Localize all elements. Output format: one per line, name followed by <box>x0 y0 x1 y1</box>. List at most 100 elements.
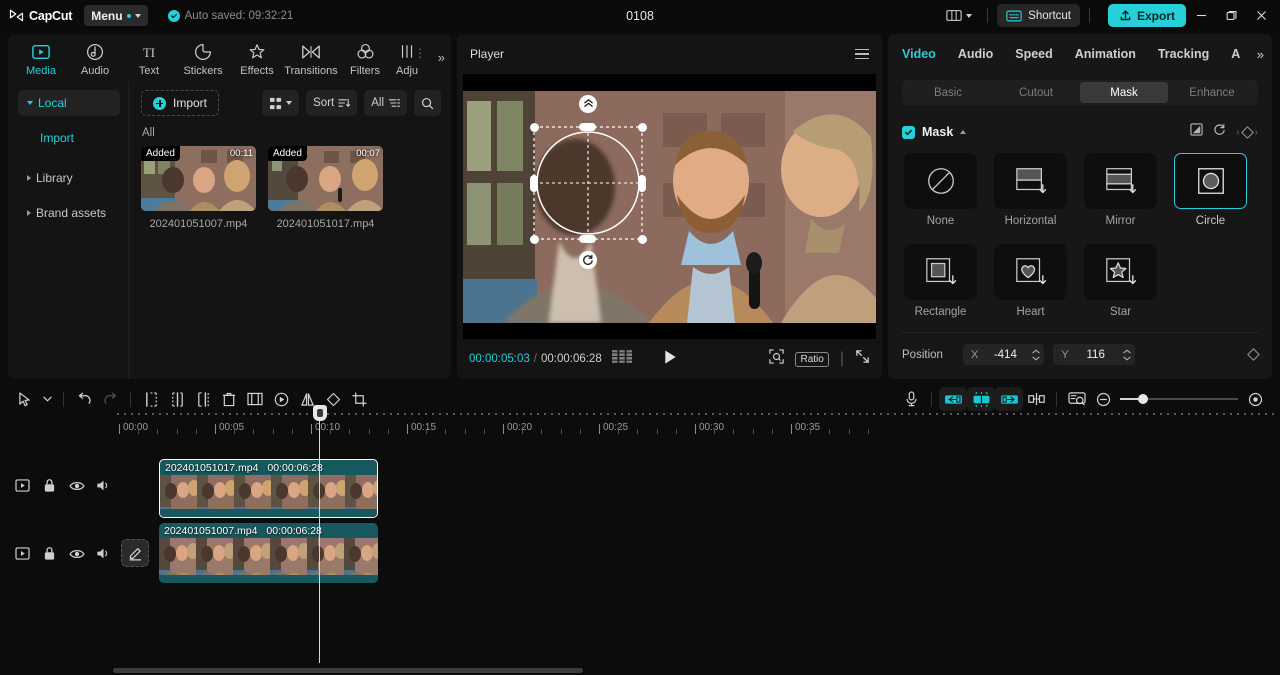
timeline-clip-2[interactable]: 202401051007.mp4 00:00:06:28 <box>159 523 378 583</box>
timeline-scrollbar[interactable] <box>113 668 1273 673</box>
tab-text[interactable]: TI Text <box>122 38 176 78</box>
sidebar-item-library[interactable]: Library <box>18 165 120 191</box>
search-button[interactable] <box>414 90 441 116</box>
tab-tracking[interactable]: Tracking <box>1158 47 1209 61</box>
undo-button[interactable] <box>71 386 97 412</box>
mask-option-star[interactable]: Star <box>1084 244 1157 318</box>
reset-button[interactable] <box>1213 123 1226 141</box>
volume-icon[interactable] <box>95 545 112 562</box>
mask-handle-bottom[interactable] <box>579 234 596 243</box>
media-item[interactable]: Added 00:07 202401051017.mp4 <box>268 146 383 230</box>
close-button[interactable] <box>1246 1 1276 31</box>
sort-button[interactable]: Sort <box>306 90 358 116</box>
playhead-handle[interactable] <box>312 405 327 421</box>
track-type-icon[interactable] <box>14 545 31 562</box>
sidebar-item-local[interactable]: Local <box>18 90 120 116</box>
mask-option-horizontal[interactable]: Horizontal <box>994 153 1067 227</box>
media-item[interactable]: Added 00:11 202401051007.mp4 <box>141 146 256 230</box>
mask-option-rectangle[interactable]: Rectangle <box>904 244 977 318</box>
freeze-button[interactable] <box>242 386 268 412</box>
crop-button[interactable] <box>346 386 372 412</box>
video-preview[interactable] <box>463 90 876 323</box>
position-x-stepper[interactable] <box>1032 348 1040 361</box>
timeline-playhead[interactable] <box>312 405 327 663</box>
mask-handle-top-right[interactable] <box>638 122 647 132</box>
timeline-zoom-slider[interactable] <box>1120 394 1238 404</box>
chevron-up-icon[interactable] <box>960 130 967 134</box>
mask-option-none[interactable]: None <box>904 153 977 227</box>
chevron-left-icon[interactable]: ‹ <box>1236 127 1239 138</box>
timeline-ruler[interactable]: 00:00 00:05 00:10 00:15 00:20 00:25 00:30 00:35 <box>113 415 1280 437</box>
mask-handle-top[interactable] <box>579 122 596 131</box>
volume-icon[interactable] <box>95 477 112 494</box>
filter-button[interactable]: All <box>364 90 407 116</box>
chevron-right-icon[interactable]: › <box>1255 127 1258 138</box>
mask-enable-checkbox[interactable] <box>902 125 915 139</box>
media-thumbnail[interactable]: Added 00:07 <box>268 146 383 211</box>
edit-pencil-button[interactable] <box>121 539 149 567</box>
timeline-zoom-in[interactable] <box>1242 386 1268 412</box>
mask-handle-bottom-right[interactable] <box>638 234 647 244</box>
sidebar-item-brand-assets[interactable]: Brand assets <box>18 200 120 226</box>
clip-middle-button[interactable] <box>967 387 995 411</box>
timeline-zoom-out[interactable] <box>1090 386 1116 412</box>
more-tabs-button[interactable]: » <box>438 50 445 65</box>
segment-mask[interactable]: Mask <box>1080 82 1168 103</box>
segment-basic[interactable]: Basic <box>904 82 992 103</box>
mask-option-circle[interactable]: Circle <box>1174 153 1247 227</box>
clip-end-button[interactable] <box>995 387 1023 411</box>
invert-mask-button[interactable] <box>1190 123 1203 141</box>
segment-enhance[interactable]: Enhance <box>1168 82 1256 103</box>
position-y-field[interactable]: Y 116 <box>1053 344 1135 365</box>
select-tool[interactable] <box>12 386 38 412</box>
more-tabs-button[interactable]: » <box>1257 47 1264 62</box>
menu-button[interactable]: Menu <box>84 5 148 26</box>
feather-handle-icon[interactable] <box>579 94 597 113</box>
select-tool-dropdown[interactable] <box>38 386 56 412</box>
ratio-button[interactable]: Ratio <box>795 351 829 367</box>
grid-view-button[interactable] <box>262 90 300 116</box>
play-button[interactable] <box>662 349 677 370</box>
position-x-field[interactable]: X -414 <box>963 344 1045 365</box>
fullscreen-button[interactable] <box>855 349 870 369</box>
minimize-button[interactable] <box>1186 1 1216 31</box>
frames-icon[interactable] <box>611 350 632 368</box>
mask-handle-bottom-left[interactable] <box>530 234 539 244</box>
layout-button[interactable] <box>940 5 978 26</box>
keyframe-diamond-icon[interactable] <box>1240 125 1254 139</box>
record-voiceover-button[interactable] <box>898 386 924 412</box>
tab-adjust[interactable]: A <box>1231 47 1240 61</box>
mask-option-mirror[interactable]: Mirror <box>1084 153 1157 227</box>
segment-cutout[interactable]: Cutout <box>992 82 1080 103</box>
import-button[interactable]: Import <box>141 90 220 116</box>
timeline-clip-1[interactable]: 202401051017.mp4 00:00:06:28 <box>159 459 378 518</box>
media-thumbnail[interactable]: Added 00:11 <box>141 146 256 211</box>
rotate-handle-icon[interactable] <box>579 250 597 269</box>
preview-button[interactable] <box>1064 386 1090 412</box>
keyframe-control[interactable]: ‹ › <box>1236 125 1258 139</box>
tab-media[interactable]: Media <box>14 38 68 77</box>
tab-video[interactable]: Video <box>902 47 936 61</box>
tab-transitions[interactable]: Transitions <box>284 38 338 77</box>
zoom-slider-knob[interactable] <box>1138 394 1148 404</box>
visibility-icon[interactable] <box>68 545 85 562</box>
zoom-slider-track[interactable] <box>1120 394 1238 404</box>
mask-option-heart[interactable]: Heart <box>994 244 1067 318</box>
mask-handle-top-left[interactable] <box>530 122 539 132</box>
reverse-button[interactable] <box>268 386 294 412</box>
lock-icon[interactable] <box>41 545 58 562</box>
scrollbar-thumb[interactable] <box>113 668 583 673</box>
trim-left-button[interactable] <box>164 386 190 412</box>
split-button[interactable] <box>138 386 164 412</box>
mask-handle-right[interactable] <box>638 174 646 192</box>
tab-effects[interactable]: Effects <box>230 38 284 77</box>
trim-right-button[interactable] <box>190 386 216 412</box>
visibility-icon[interactable] <box>68 477 85 494</box>
tab-audio[interactable]: Audio <box>958 47 993 61</box>
detach-audio-button[interactable] <box>1023 386 1049 412</box>
tab-stickers[interactable]: Stickers <box>176 38 230 77</box>
mask-handle-left[interactable] <box>530 174 538 192</box>
tab-speed[interactable]: Speed <box>1015 47 1053 61</box>
sidebar-item-import[interactable]: Import <box>18 125 120 151</box>
hamburger-icon[interactable] <box>855 48 869 60</box>
